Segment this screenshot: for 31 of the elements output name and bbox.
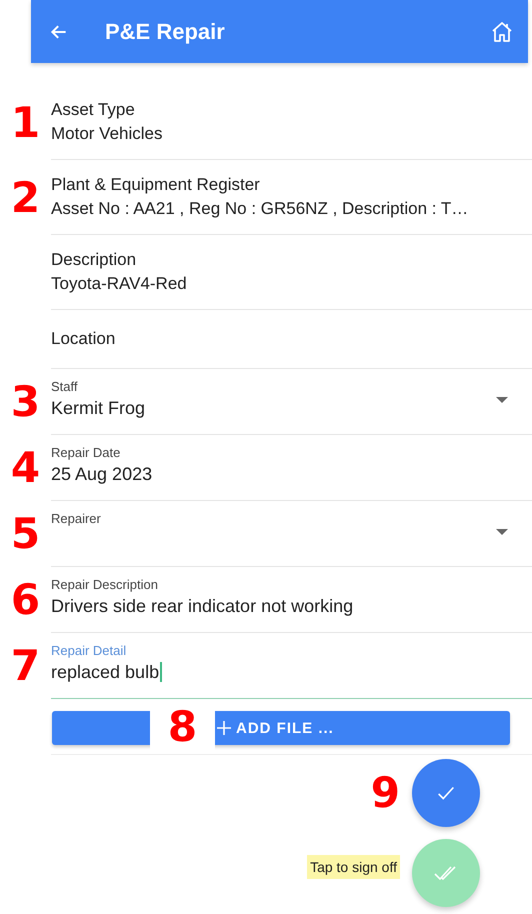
plus-icon [216,720,232,736]
annotation-number: 6 [10,579,40,621]
annotation-number: 2 [10,176,40,218]
dropdown-field[interactable]: Kermit Frog [51,395,146,421]
home-icon[interactable] [490,20,514,44]
input-field[interactable]: replaced bulb [51,659,162,685]
save-button[interactable] [412,759,480,827]
field-value: Motor Vehicles [51,123,164,145]
field-label: Staff [51,379,79,395]
field-label: Repair Date [51,445,122,461]
input-field[interactable]: 25 Aug 2023 [51,461,152,487]
annotation-number: 7 [10,645,40,687]
annotation-number: 3 [10,381,40,423]
annotation-number: 9 [370,772,400,814]
field-label: Repair Detail [51,643,128,659]
field-label: Location [51,328,116,350]
field-label: Plant & Equipment Register [51,174,261,196]
field-value: Toyota-RAV4-Red [51,273,188,295]
annotation-number: 5 [10,513,40,555]
field-label: Asset Type [51,99,136,121]
annotation-number: 1 [10,102,40,144]
page-title: P&E Repair [105,18,226,44]
field-value: Asset No : AA21 , Reg No : GR56NZ , Description : T… [51,198,470,220]
caret-icon [496,529,508,535]
input-field[interactable]: Drivers side rear indicator not working [51,593,354,619]
field-label: Repair Description [51,577,159,593]
caret-icon [496,397,508,403]
field-label: Repairer [51,511,102,527]
field-label: Description [51,249,138,271]
tooltip: Tap to sign off [307,855,400,879]
annotation-number: 4 [10,447,40,489]
